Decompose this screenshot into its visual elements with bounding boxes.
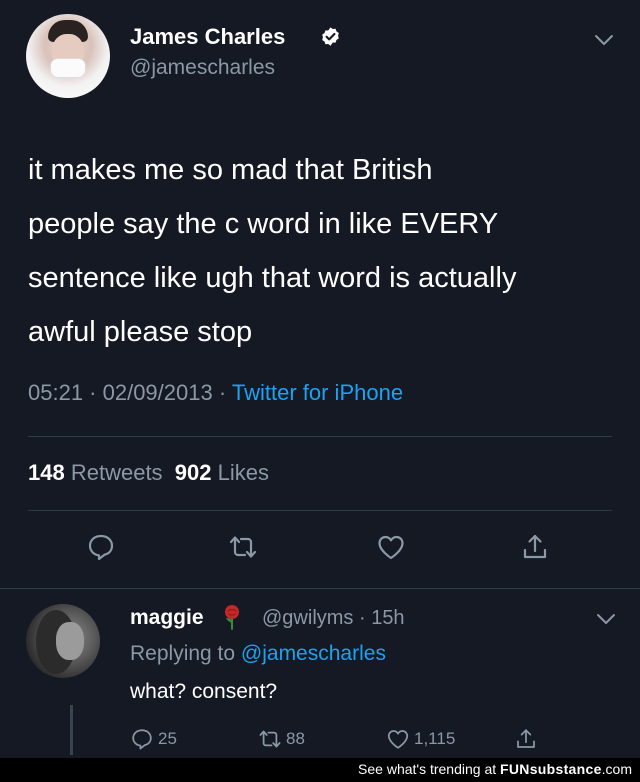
likes-label[interactable]: Likes	[218, 460, 269, 485]
author-display-name[interactable]: James Charles	[130, 24, 285, 50]
like-count: 1,115	[414, 729, 456, 748]
replying-to-mention[interactable]: @jamescharles	[241, 642, 386, 665]
retweet-count: 88	[286, 729, 305, 748]
watermark-text: See what's trending at FUNsubstance.com	[358, 761, 632, 777]
tweet-timestamp: 05:21 · 02/09/2013 ·	[28, 380, 227, 405]
tweet-source-link[interactable]: Twitter for iPhone	[232, 380, 403, 405]
verified-badge-icon	[322, 27, 339, 46]
tweet-text-line: it makes me so mad that British	[28, 154, 433, 186]
divider	[28, 510, 612, 511]
rose-icon	[225, 605, 239, 630]
reply-like-button[interactable]: 1,115	[386, 726, 455, 752]
tweet-text-line: people say the c word in like EVERY	[28, 208, 499, 240]
avatar-face	[56, 622, 84, 660]
retweet-icon[interactable]	[228, 532, 258, 562]
share-icon	[517, 729, 535, 748]
reply-author-handle[interactable]: @gwilyms · 15h	[262, 607, 405, 630]
reply-bubble-icon	[132, 729, 152, 750]
heart-icon	[387, 730, 409, 749]
reply-options-chevron-down-icon[interactable]	[596, 612, 616, 626]
thread-separator	[0, 588, 640, 589]
tweet-stats: 148 Retweets 902 Likes	[28, 460, 269, 486]
avatar-mask	[50, 58, 86, 78]
watermark-prefix: See what's trending at	[358, 761, 497, 777]
watermark-footer: See what's trending at FUNsubstance.com	[0, 758, 640, 782]
tweet-options-chevron-down-icon[interactable]	[594, 33, 614, 47]
watermark-brand-rest: substance	[529, 761, 602, 777]
retweets-label[interactable]: Retweets	[71, 460, 163, 485]
tweet-meta: 05:21 · 02/09/2013 · Twitter for iPhone	[28, 380, 403, 406]
reply-bubble-icon[interactable]	[86, 532, 116, 562]
divider	[28, 436, 612, 437]
retweets-count[interactable]: 148	[28, 460, 65, 485]
author-handle[interactable]: @jamescharles	[130, 56, 275, 80]
heart-icon[interactable]	[376, 532, 406, 562]
author-avatar[interactable]	[26, 14, 110, 98]
watermark-brand-bold: FUN	[500, 761, 530, 777]
tweet-text-line: sentence like ugh that word is actually	[28, 262, 517, 294]
tweet-text: it makes me so mad that British people s…	[28, 143, 618, 359]
tweet-text-line: awful please stop	[28, 316, 253, 348]
replying-to-label: Replying to	[130, 642, 236, 665]
reply-author-display-name[interactable]: maggie	[130, 606, 204, 630]
share-icon[interactable]	[520, 532, 550, 562]
likes-count[interactable]: 902	[175, 460, 212, 485]
reply-retweet-button[interactable]: 88	[258, 726, 305, 752]
reply-count: 25	[158, 729, 177, 748]
retweet-icon	[259, 730, 281, 748]
reply-author-avatar[interactable]	[26, 604, 100, 678]
replying-to: Replying to @jamescharles	[130, 642, 386, 666]
reply-reply-button[interactable]: 25	[130, 726, 177, 752]
main-tweet: James Charles @jamescharles it makes me …	[0, 0, 640, 588]
reply-text: what? consent?	[130, 680, 278, 703]
watermark-suffix: .com	[601, 761, 632, 777]
thread-line	[70, 705, 73, 755]
reply-share-button[interactable]	[514, 726, 538, 752]
